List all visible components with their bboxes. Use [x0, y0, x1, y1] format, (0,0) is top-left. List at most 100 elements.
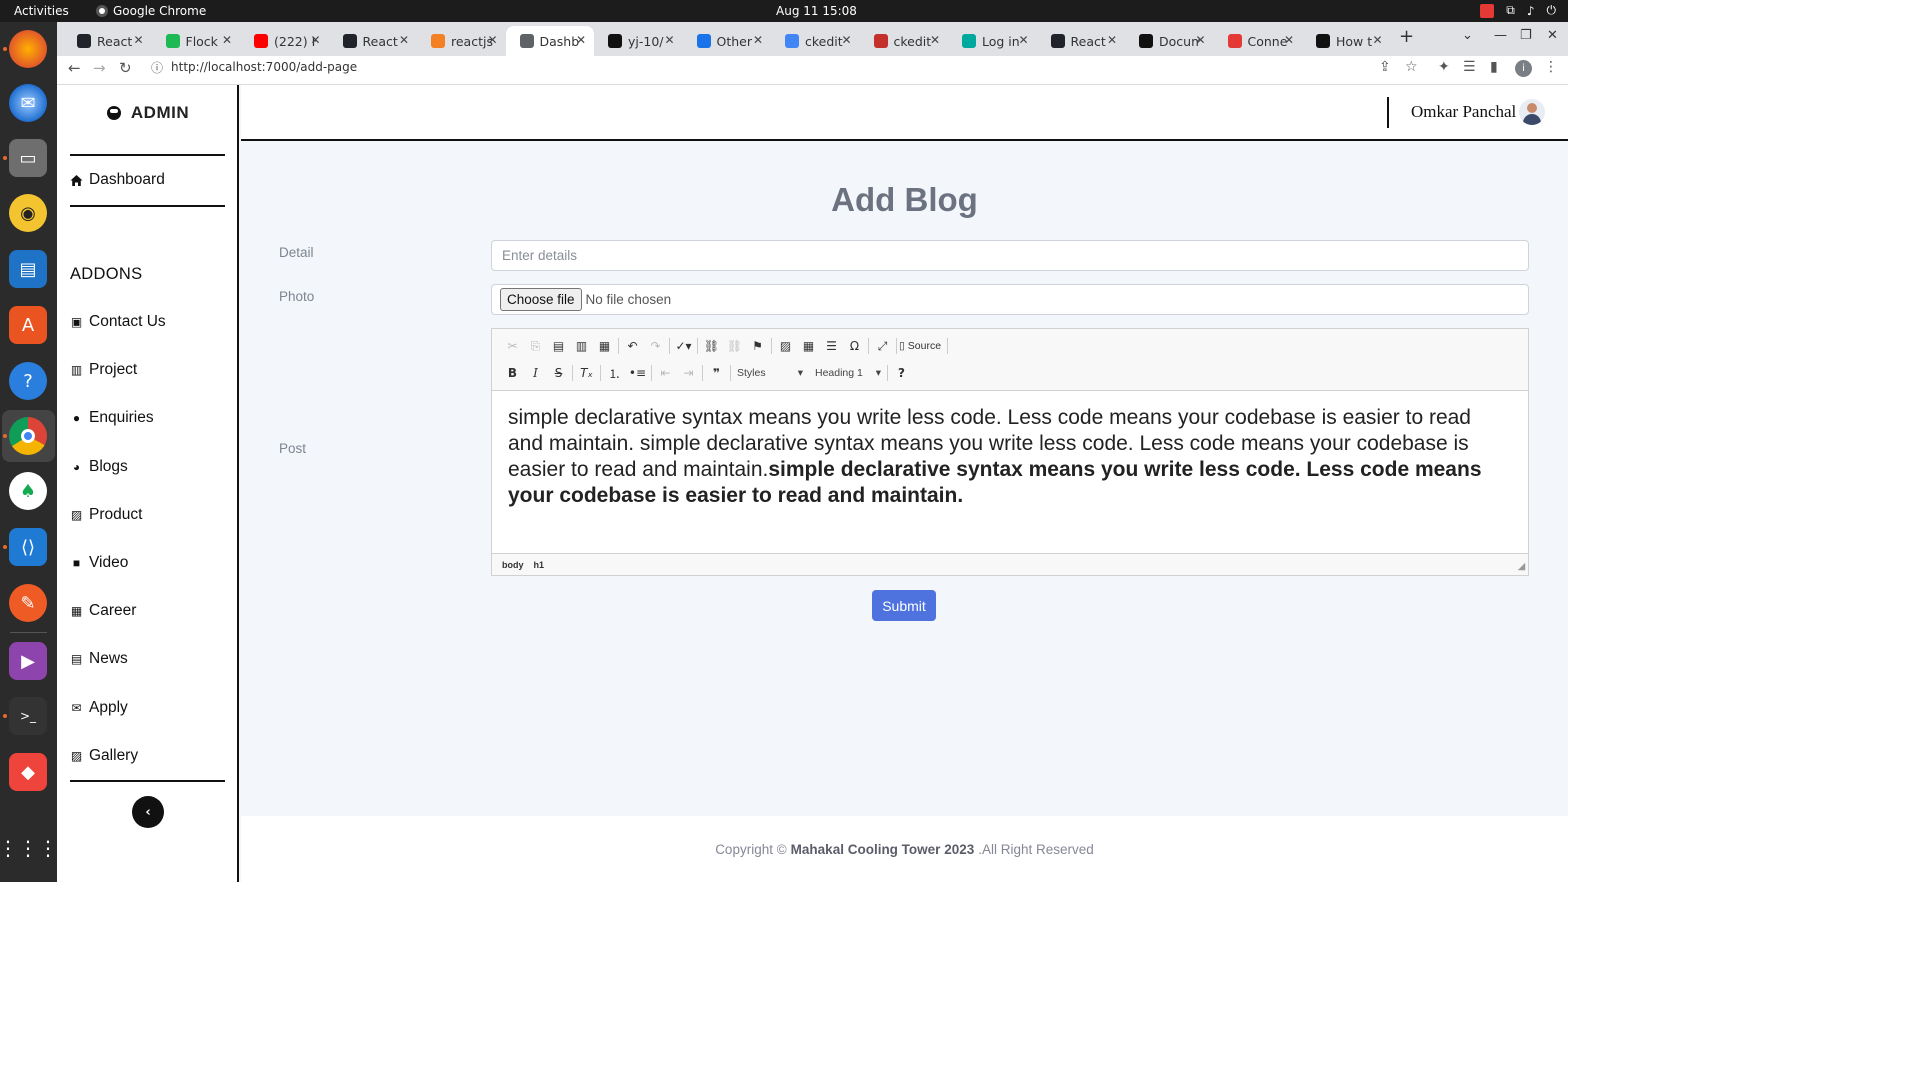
photo-file-input[interactable]: Choose file No file chosen — [491, 284, 1529, 315]
editor-content[interactable]: simple declarative syntax means you writ… — [508, 405, 1508, 509]
user-avatar[interactable] — [1519, 99, 1545, 125]
maximize-button[interactable]: ❐ — [1520, 28, 1532, 43]
tab-close-icon[interactable]: ✕ — [1372, 33, 1382, 47]
help-icon[interactable]: ? — [9, 362, 47, 400]
tab-close-icon[interactable]: ✕ — [1018, 33, 1028, 47]
bookmark-star-icon[interactable]: ☆ — [1405, 59, 1418, 75]
firefox-icon[interactable] — [9, 30, 47, 68]
close-window-button[interactable]: ✕ — [1547, 28, 1558, 43]
horizontal-line-icon[interactable]: ☰ — [820, 336, 843, 356]
browser-tab[interactable]: ckedit ✕ — [771, 26, 860, 56]
strikethrough-icon[interactable]: S — [547, 363, 570, 383]
tab-close-icon[interactable]: ✕ — [664, 33, 674, 47]
remove-format-icon[interactable]: Tₓ — [575, 363, 598, 383]
paste-word-icon[interactable]: ▦ — [593, 336, 616, 356]
path-h1[interactable]: h1 — [534, 560, 545, 570]
url-text[interactable]: http://localhost:7000/add-page — [171, 60, 357, 74]
detail-input[interactable]: Enter details — [491, 240, 1529, 271]
browser-tab[interactable]: Dashb ✕ — [505, 26, 594, 56]
special-char-icon[interactable]: Ω — [843, 336, 866, 356]
sidebar-collapse-button[interactable]: ‹ — [132, 796, 164, 828]
paste-text-icon[interactable]: ▥ — [570, 336, 593, 356]
thunderbird-icon[interactable]: ✉ — [9, 84, 47, 122]
sidebar-item-project[interactable]: ▥ Project — [70, 361, 137, 379]
tab-close-icon[interactable]: ✕ — [841, 33, 851, 47]
writer-icon[interactable]: ▤ — [9, 250, 47, 288]
clock[interactable]: Aug 11 15:08 — [776, 4, 857, 18]
maximize-icon[interactable]: ⤢ — [871, 336, 894, 356]
outdent-icon[interactable]: ⇤ — [654, 363, 677, 383]
reload-icon[interactable]: ↻ — [119, 59, 132, 77]
postman-icon[interactable]: ✎ — [9, 584, 47, 622]
share-icon[interactable]: ⇪ — [1379, 59, 1391, 75]
browser-tab[interactable]: Log in ✕ — [948, 26, 1037, 56]
browser-tab[interactable]: React ✕ — [329, 26, 418, 56]
brand[interactable]: ADMIN — [57, 85, 239, 141]
sidebar-item-apply[interactable]: ✉ Apply — [70, 699, 127, 717]
tab-close-icon[interactable]: ✕ — [222, 33, 232, 47]
help-icon[interactable]: ? — [890, 363, 913, 383]
profile-avatar-icon[interactable]: i — [1515, 60, 1532, 77]
browser-tab[interactable]: Conne ✕ — [1214, 26, 1303, 56]
sidebar-item-contact-us[interactable]: ▣ Contact Us — [70, 313, 166, 331]
minimize-button[interactable]: — — [1494, 28, 1507, 43]
tab-close-icon[interactable]: ✕ — [487, 33, 497, 47]
indent-icon[interactable]: ⇥ — [677, 363, 700, 383]
italic-icon[interactable]: I — [524, 363, 547, 383]
system-tray[interactable]: ⧉ ♪ ⏻ — [1480, 3, 1556, 18]
terminal-icon[interactable]: >_ — [9, 697, 47, 735]
user-name[interactable]: Omkar Panchal — [1411, 102, 1516, 122]
address-bar[interactable]: ⓘ http://localhost:7000/add-page — [145, 56, 1430, 78]
rhythmbox-icon[interactable]: ◉ — [9, 194, 47, 232]
tab-close-icon[interactable]: ✕ — [576, 33, 586, 47]
anchor-icon[interactable]: ⚑ — [746, 336, 769, 356]
activities-button[interactable]: Activities — [14, 4, 69, 18]
spellcheck-icon[interactable]: ✓▾ — [672, 336, 695, 356]
undo-icon[interactable]: ↶ — [621, 336, 644, 356]
browser-tab[interactable]: Flock ✕ — [152, 26, 241, 56]
paste-icon[interactable]: ▤ — [547, 336, 570, 356]
browser-tab[interactable]: React ✕ — [1037, 26, 1126, 56]
unlink-icon[interactable]: ⛓ — [723, 336, 746, 356]
sidebar-item-enquiries[interactable]: ● Enquiries — [70, 409, 154, 427]
new-tab-button[interactable]: + — [1399, 26, 1414, 47]
reading-list-icon[interactable]: ☰ — [1463, 59, 1476, 75]
screen-record-icon[interactable] — [1480, 3, 1495, 18]
table-icon[interactable]: ▦ — [797, 336, 820, 356]
forward-icon[interactable]: → — [93, 59, 106, 77]
styles-dropdown[interactable]: Styles ▾ — [733, 364, 807, 382]
redo-icon[interactable]: ↷ — [644, 336, 667, 356]
media-player-icon[interactable]: ▶ — [9, 642, 47, 680]
link-icon[interactable]: ⛓ — [700, 336, 723, 356]
browser-tab[interactable]: ckedit ✕ — [860, 26, 949, 56]
tab-close-icon[interactable]: ✕ — [753, 33, 763, 47]
show-apps-icon[interactable]: ⋮⋮⋮ — [0, 829, 58, 867]
source-button[interactable]: ▯ Source — [899, 340, 941, 352]
resize-handle-icon[interactable]: ◢ — [1518, 561, 1525, 572]
back-icon[interactable]: ← — [68, 59, 81, 77]
chrome-dock-icon[interactable] — [9, 417, 47, 455]
submit-button[interactable]: Submit — [872, 590, 936, 621]
tab-close-icon[interactable]: ✕ — [1107, 33, 1117, 47]
browser-tab[interactable]: reactjs ✕ — [417, 26, 506, 56]
files-icon[interactable]: ▭ — [9, 139, 47, 177]
choose-file-button[interactable]: Choose file — [500, 288, 582, 311]
browser-tab[interactable]: How t ✕ — [1302, 26, 1391, 56]
sidebar-item-news[interactable]: ▤ News — [70, 650, 128, 668]
browser-tab[interactable]: yj-10/✕ — [594, 26, 683, 56]
path-body[interactable]: body — [502, 560, 524, 570]
tab-close-icon[interactable]: ✕ — [133, 33, 143, 47]
tab-close-icon[interactable]: ✕ — [930, 33, 940, 47]
format-dropdown[interactable]: Heading 1 ▾ — [811, 364, 885, 382]
vscode-icon[interactable]: ⟨⟩ — [9, 528, 47, 566]
browser-tab[interactable]: Docum ✕ — [1125, 26, 1214, 56]
browser-tab[interactable]: (222) H✕ — [240, 26, 329, 56]
sidebar-item-product[interactable]: ▨ Product — [70, 506, 143, 524]
bold-icon[interactable]: B — [501, 363, 524, 383]
side-panel-icon[interactable]: ▮ — [1490, 59, 1498, 75]
app-menu[interactable]: Google Chrome — [96, 4, 206, 18]
copy-icon[interactable]: ⎘ — [524, 336, 547, 356]
software-center-icon[interactable]: A — [9, 306, 47, 344]
sidebar-item-gallery[interactable]: ▨ Gallery — [70, 747, 138, 765]
sidebar-item-video[interactable]: ■ Video — [70, 554, 129, 572]
